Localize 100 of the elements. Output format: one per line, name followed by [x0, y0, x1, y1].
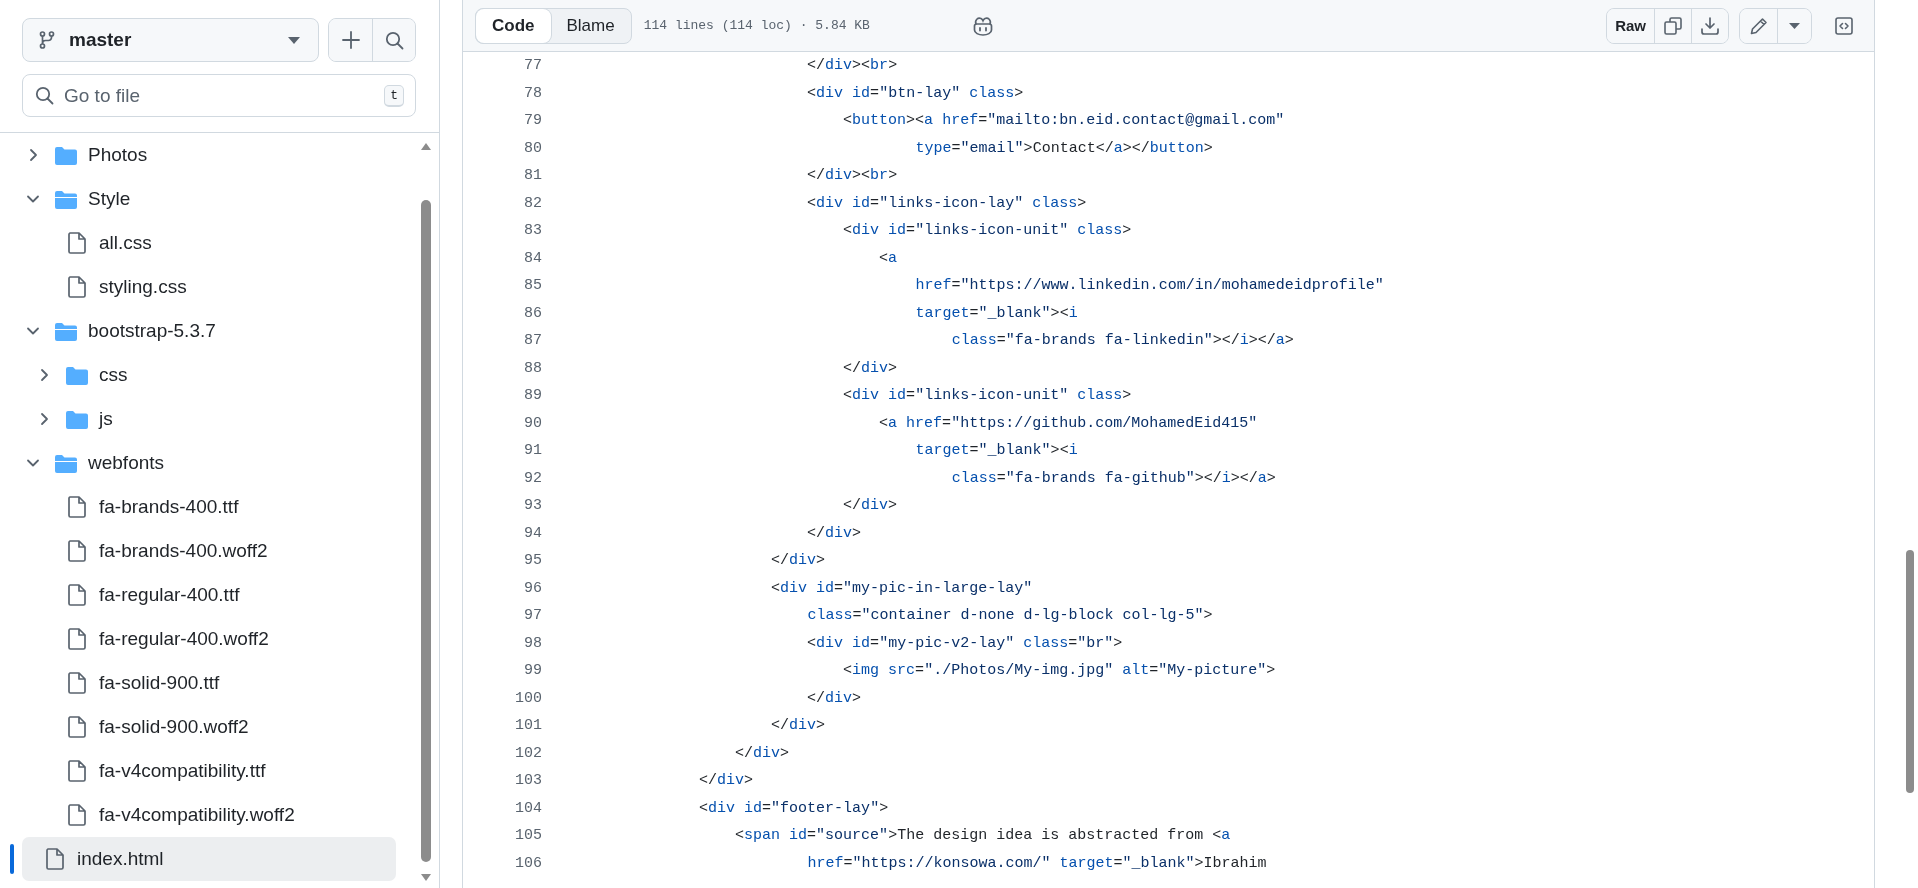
- file-name: webfonts: [88, 452, 165, 474]
- more-options-button[interactable]: [1777, 8, 1811, 43]
- line-number: 90: [523, 414, 542, 432]
- tree-item[interactable]: fa-v4compatibility.woff2: [22, 793, 396, 837]
- code-line: <div id="links-icon-lay" class>: [806, 194, 1087, 212]
- line-number: 99: [523, 662, 542, 680]
- code-line: </div>: [770, 717, 826, 735]
- tree-item[interactable]: fa-solid-900.ttf: [22, 661, 396, 705]
- code-line: target="_blank"><i: [914, 442, 1078, 460]
- code-line: </div><br>: [806, 57, 898, 75]
- tree-item[interactable]: Photos: [22, 133, 396, 177]
- code-line: </div>: [734, 744, 790, 762]
- file-name: index.html: [77, 848, 164, 870]
- line-number: 84: [523, 249, 542, 267]
- line-number: 80: [523, 139, 542, 157]
- chevron-right-icon[interactable]: [39, 412, 49, 426]
- download-button[interactable]: [1691, 8, 1728, 43]
- file-icon: [68, 496, 86, 518]
- caret-down-icon: [288, 36, 300, 44]
- line-number: 82: [523, 194, 542, 212]
- branch-button[interactable]: master: [22, 18, 319, 62]
- code-line: <div id="my-pic-v2-lay" class="br">: [806, 634, 1123, 652]
- code-line: <span id="source">The design idea is abstracted from <a: [734, 827, 1231, 845]
- code-line: <a: [878, 249, 898, 267]
- line-number: 86: [523, 304, 542, 322]
- file-name: fa-solid-900.woff2: [99, 716, 249, 738]
- open-folder-icon: [55, 321, 77, 341]
- code-line: <img src="./Photos/My-img.jpg" alt="My-picture">: [842, 662, 1276, 680]
- search-button[interactable]: [372, 19, 415, 61]
- line-number: 96: [523, 579, 542, 597]
- file-icon: [68, 760, 86, 782]
- selection-bar: [10, 844, 14, 874]
- line-number: 102: [514, 744, 542, 762]
- file-name: fa-solid-900.ttf: [99, 672, 220, 694]
- search-icon: [35, 86, 54, 105]
- line-number: 93: [523, 497, 542, 515]
- line-number: 85: [523, 277, 542, 295]
- tree-item[interactable]: fa-solid-900.woff2: [22, 705, 396, 749]
- file-name: fa-v4compatibility.ttf: [99, 760, 266, 782]
- code-square-icon: [1835, 16, 1853, 35]
- file-icon: [68, 540, 86, 562]
- line-number: 78: [523, 84, 542, 102]
- line-number: 89: [523, 387, 542, 405]
- file-icon: [68, 672, 86, 694]
- tree-item[interactable]: css: [22, 353, 396, 397]
- file-name: fa-regular-400.woff2: [99, 628, 269, 650]
- file-name: css: [99, 364, 128, 386]
- code-line: </div>: [806, 689, 862, 707]
- code-line: href="https://www.linkedin.com/in/mohamedeidprofile": [914, 277, 1384, 295]
- code-line: <div id="footer-lay">: [698, 799, 889, 817]
- tree-item[interactable]: fa-brands-400.ttf: [22, 485, 396, 529]
- tree-item[interactable]: js: [22, 397, 396, 441]
- line-number: 92: [523, 469, 542, 487]
- tree-item[interactable]: fa-brands-400.woff2: [22, 529, 396, 573]
- line-number: 104: [514, 799, 542, 817]
- chevron-down-icon[interactable]: [26, 458, 40, 468]
- chevron-right-icon[interactable]: [28, 148, 38, 162]
- line-number: 87: [523, 332, 542, 350]
- folder-icon: [66, 409, 88, 429]
- plus-icon: [341, 31, 360, 49]
- tree-item[interactable]: fa-regular-400.woff2: [22, 617, 396, 661]
- branch-icon: [39, 31, 55, 49]
- line-number: 98: [523, 634, 542, 652]
- chevron-down-icon[interactable]: [26, 194, 40, 204]
- view-tab[interactable]: Blame: [550, 8, 631, 43]
- file-name: js: [99, 408, 113, 430]
- file-icon: [68, 628, 86, 650]
- tree-item[interactable]: bootstrap-5.3.7: [22, 309, 396, 353]
- tree-item[interactable]: all.css: [22, 221, 396, 265]
- code-line: <div id="my-pic-in-large-lay": [770, 579, 1033, 597]
- code-line: href="https://konsowa.com/" target="_blank">Ibrahim: [806, 854, 1267, 872]
- chevron-right-icon[interactable]: [39, 368, 49, 382]
- code-line: type="email">Contact</a></button>: [914, 139, 1213, 157]
- code-line: <button><a href="mailto:bn.eid.contact@gmail.com": [842, 112, 1285, 130]
- line-number: 94: [523, 524, 542, 542]
- code-line: </div>: [698, 772, 754, 790]
- tree-item[interactable]: fa-v4compatibility.ttf: [22, 749, 396, 793]
- code-line: <div id="links-icon-unit" class>: [842, 222, 1132, 240]
- tree-item[interactable]: fa-regular-400.ttf: [22, 573, 396, 617]
- code-line: </div>: [842, 359, 898, 377]
- file-name: bootstrap-5.3.7: [88, 320, 216, 342]
- line-number: 103: [514, 772, 542, 790]
- view-tab[interactable]: Code: [476, 8, 551, 43]
- search-input[interactable]: Go to file: [64, 84, 375, 107]
- code-line: </div>: [842, 497, 898, 515]
- robot-icon[interactable]: [971, 15, 994, 36]
- file-name: fa-regular-400.ttf: [99, 584, 240, 606]
- line-number: 106: [514, 854, 542, 872]
- tree-item[interactable]: Style: [22, 177, 396, 221]
- file-name: fa-v4compatibility.woff2: [99, 804, 295, 826]
- chevron-down-icon[interactable]: [26, 326, 40, 336]
- tree-item[interactable]: styling.css: [22, 265, 396, 309]
- line-number: 95: [523, 552, 542, 570]
- go-to-file-field[interactable]: Go to file t: [22, 74, 416, 117]
- code-line: class="fa-brands fa-github"></i></a>: [950, 469, 1276, 487]
- code-line: <a href="https://github.com/MohamedEid415": [878, 414, 1258, 432]
- download-icon: [1701, 16, 1719, 35]
- code-line: </div>: [770, 552, 826, 570]
- file-icon: [46, 848, 64, 870]
- tree-item[interactable]: webfonts: [22, 441, 396, 485]
